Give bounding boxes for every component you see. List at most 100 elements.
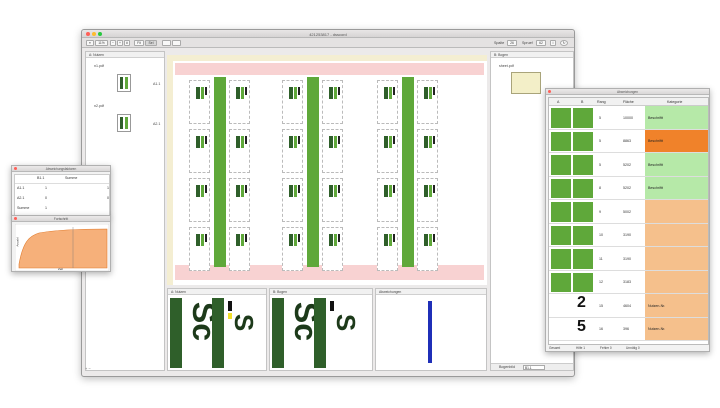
nutzen-cell[interactable] <box>322 178 343 222</box>
footer-fehler[interactable]: Fehler 0 <box>600 346 612 350</box>
nutzen-panel-header: A: Nutzen <box>86 52 164 58</box>
add-remove-icon[interactable]: + − <box>85 366 95 372</box>
file-name-n2[interactable]: n2.pdf <box>94 104 104 108</box>
nutzen-cell[interactable] <box>189 178 210 222</box>
nutzen-cell[interactable] <box>322 80 343 124</box>
table-row[interactable]: 5 16 396 Nutzen-Nr. <box>549 317 708 341</box>
factors-row-value[interactable]: 1 <box>45 186 47 190</box>
nutzen-cell[interactable] <box>229 129 250 173</box>
cell-flaeche: 3183 <box>623 280 631 285</box>
selection-button[interactable]: Sel <box>145 40 157 46</box>
table-row[interactable]: 2 15 4604 Nutzen-Nr. <box>549 294 708 318</box>
nutzen-cell[interactable] <box>377 80 398 124</box>
nutzen-cell[interactable] <box>322 227 343 271</box>
nutzen-cell[interactable] <box>377 129 398 173</box>
nutzen-mark <box>334 136 337 148</box>
nutzen-mark <box>241 234 244 246</box>
header-b[interactable]: B <box>581 100 583 104</box>
file-name-n1[interactable]: n1.pdf <box>94 64 104 68</box>
cell-rang: 8 <box>599 186 601 191</box>
cell-flaeche: 3190 <box>623 233 631 238</box>
nutzen-cell[interactable] <box>282 129 303 173</box>
nutzen-mark <box>338 87 340 95</box>
bogen-select[interactable]: B1.1 <box>523 365 545 370</box>
nutzen-cell[interactable] <box>322 129 343 173</box>
sheet-file-name[interactable]: sheet.pdf <box>499 64 514 68</box>
nutzen-cell[interactable] <box>282 178 303 222</box>
green-strip <box>402 77 414 267</box>
cell-kategorie[interactable]: Nutzen-Nr. <box>645 317 708 340</box>
zoom-out-button[interactable]: − <box>110 40 116 46</box>
info-icon[interactable]: i <box>550 40 556 46</box>
table-row[interactable]: 12 3183 <box>549 270 708 294</box>
nutzen-mark <box>205 185 207 193</box>
cell-kategorie[interactable]: Beschriftt <box>645 176 708 199</box>
table-row[interactable]: 11 3190 <box>549 247 708 271</box>
nutzen-mark <box>429 234 432 246</box>
grid-icon[interactable]: # <box>124 40 130 46</box>
nutzen-cell[interactable] <box>377 178 398 222</box>
zoom-select[interactable]: 11% <box>95 40 108 46</box>
cell-kategorie[interactable]: Beschriftt <box>645 106 708 129</box>
cell-flaeche: 396 <box>623 327 629 332</box>
nutzen-cell[interactable] <box>417 80 438 124</box>
fit-button[interactable]: Fit <box>134 40 144 46</box>
cell-kategorie[interactable] <box>645 223 708 246</box>
nutzen-mark <box>245 234 247 242</box>
header-rang[interactable]: Rang <box>597 100 606 104</box>
nutzen-cell[interactable] <box>377 227 398 271</box>
nutzen-cell[interactable] <box>189 80 210 124</box>
spalte-field[interactable]: 26 <box>507 40 517 46</box>
table-row[interactable]: 8 5202 Beschriftt <box>549 176 708 200</box>
main-window: 421253817 - dsscord ≡ 11% − + # Fit Sel … <box>81 29 575 377</box>
nutzen-cell[interactable] <box>417 129 438 173</box>
cell-kategorie[interactable]: Nutzen-Nr. <box>645 294 708 317</box>
nutzen-mark <box>334 234 337 246</box>
nutzen-cell[interactable] <box>229 227 250 271</box>
cell-kategorie[interactable] <box>645 270 708 293</box>
cell-kategorie[interactable] <box>645 200 708 223</box>
table-row[interactable]: 5 8863 Beschriftt <box>549 129 708 153</box>
nutzen-cell[interactable] <box>189 227 210 271</box>
header-flaeche[interactable]: Fläche <box>623 100 634 104</box>
nutzen-cell[interactable] <box>282 227 303 271</box>
nutzen-mark <box>329 185 333 197</box>
factors-row-value[interactable]: 0 <box>45 196 47 200</box>
nutzen-cell[interactable] <box>229 80 250 124</box>
footer-unnoetig[interactable]: Unnötig 0 <box>626 346 640 350</box>
footer-hilfe[interactable]: Hilfe 1 <box>576 346 585 350</box>
nutzen-cell[interactable] <box>417 178 438 222</box>
nutzen-preview-mark <box>228 301 232 311</box>
nutzen-mark <box>236 234 240 246</box>
table-row[interactable]: 5 10000 Beschriftt <box>549 106 708 130</box>
refresh-icon[interactable]: ↻ <box>560 40 568 46</box>
zoom-in-button[interactable]: + <box>117 40 123 46</box>
nutzen-mark <box>205 234 207 242</box>
nutzen-thumbnail-1[interactable] <box>112 72 136 94</box>
sheet-canvas[interactable] <box>167 55 487 285</box>
cell-kategorie[interactable]: Beschriftt <box>645 129 708 152</box>
nutzen-mark <box>433 185 435 193</box>
cell-flaeche: 5202 <box>623 186 631 191</box>
table-row[interactable]: 9 5002 <box>549 200 708 224</box>
spruef-field[interactable]: 62 <box>536 40 546 46</box>
nutzen-cell[interactable] <box>189 129 210 173</box>
menu-icon[interactable]: ≡ <box>86 40 94 46</box>
view-mode-two-button[interactable] <box>172 40 181 46</box>
header-a[interactable]: A <box>557 100 559 104</box>
table-row[interactable]: 5 5202 Beschriftt <box>549 153 708 177</box>
table-row[interactable]: 10 3190 <box>549 223 708 247</box>
cell-rang: 9 <box>599 209 601 214</box>
nutzen-cell[interactable] <box>229 178 250 222</box>
factors-row-sum: 1 <box>107 186 109 190</box>
nutzen-thumbnail-2[interactable] <box>112 112 136 134</box>
nutzen-cell[interactable] <box>282 80 303 124</box>
nutzen-mark <box>201 136 204 148</box>
preview-a <box>551 272 571 292</box>
nutzen-cell[interactable] <box>417 227 438 271</box>
cell-kategorie[interactable] <box>645 247 708 270</box>
cell-kategorie[interactable]: Beschriftt <box>645 153 708 176</box>
header-kategorie[interactable]: Kategorie <box>667 100 682 104</box>
view-mode-one-button[interactable] <box>162 40 171 46</box>
sheet-thumbnail[interactable] <box>511 72 541 94</box>
